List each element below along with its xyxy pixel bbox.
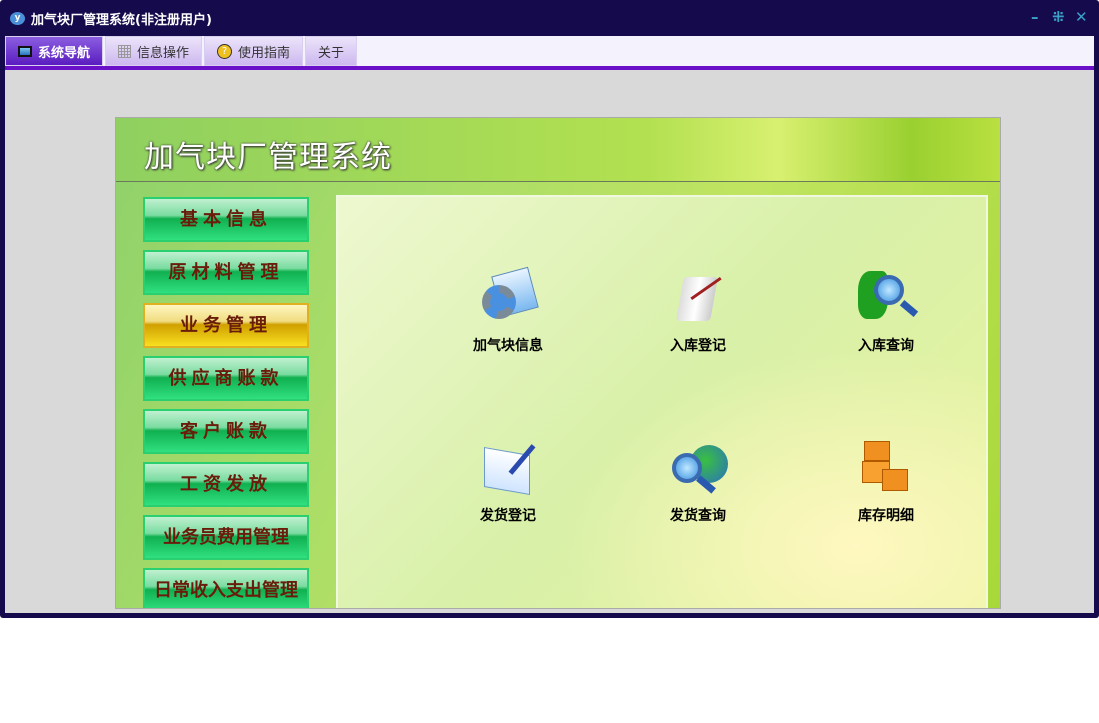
minimize-button[interactable]: – (1031, 8, 1039, 26)
tab-label: 系统导航 (38, 45, 91, 61)
nav-button[interactable]: 供应商账款 (143, 356, 309, 401)
main-panel: 加气块厂管理系统 基本信息原材料管理业务管理供应商账款客户账款工资发放业务员费用… (115, 117, 1001, 609)
nav-button[interactable]: 业务管理 (143, 303, 309, 348)
app-logo-icon: y (10, 12, 25, 25)
function-item[interactable]: 入库查询 (816, 267, 956, 355)
restore-button[interactable]: ⁜ (1052, 8, 1065, 26)
help-icon: ? (217, 43, 233, 59)
grid-icon (118, 44, 132, 58)
function-label: 入库登记 (670, 338, 726, 354)
map-search-icon (856, 267, 919, 327)
tab-label: 信息操作 (137, 45, 190, 61)
function-item[interactable]: 发货查询 (628, 437, 768, 525)
function-area: 加气块信息 入库登记 入库查询发货登记 发货查询 库存明细 (336, 195, 988, 608)
globe-search-icon (668, 437, 728, 497)
title-bar: y 加气块厂管理系统(非注册用户) (10, 9, 212, 28)
nav-button[interactable]: 工资发放 (143, 462, 309, 507)
app-window: y 加气块厂管理系统(非注册用户) – ⁜ ✕ 系统导航 信息操作 ? 使用指南… (0, 0, 1099, 618)
tab-label: 关于 (318, 45, 345, 61)
function-label: 发货查询 (670, 508, 726, 524)
close-button[interactable]: ✕ (1075, 8, 1088, 26)
nav-button[interactable]: 原材料管理 (143, 250, 309, 295)
nav-button[interactable]: 业务员费用管理 (143, 515, 309, 560)
tab-label: 使用指南 (238, 45, 291, 61)
tab-system-nav[interactable]: 系统导航 (5, 36, 104, 66)
function-label: 发货登记 (480, 508, 536, 524)
tab-guide[interactable]: ? 使用指南 (204, 36, 304, 66)
function-label: 入库查询 (858, 338, 914, 354)
nav-button[interactable]: 基本信息 (143, 197, 309, 242)
system-title: 加气块厂管理系统 (144, 140, 392, 175)
function-item[interactable]: 发货登记 (438, 437, 578, 525)
function-label: 库存明细 (858, 508, 914, 524)
function-item[interactable]: 入库登记 (628, 267, 768, 355)
function-item[interactable]: 库存明细 (816, 437, 956, 525)
menu-tabs: 系统导航 信息操作 ? 使用指南 关于 (5, 36, 1094, 66)
function-label: 加气块信息 (473, 338, 543, 354)
gear-folder-icon (478, 266, 539, 327)
window-title: 加气块厂管理系统(非注册用户) (31, 13, 212, 28)
document-pen-icon (478, 437, 538, 497)
boxes-icon (856, 437, 916, 497)
panel-header: 加气块厂管理系统 (116, 118, 1000, 182)
tab-about[interactable]: 关于 (305, 36, 358, 66)
nav-button[interactable]: 客户账款 (143, 409, 309, 454)
monitor-icon (18, 45, 32, 57)
function-item[interactable]: 加气块信息 (438, 266, 578, 355)
scroll-pen-icon (668, 267, 728, 327)
nav-button[interactable]: 日常收入支出管理 (143, 568, 309, 608)
tab-info-ops[interactable]: 信息操作 (105, 36, 203, 66)
